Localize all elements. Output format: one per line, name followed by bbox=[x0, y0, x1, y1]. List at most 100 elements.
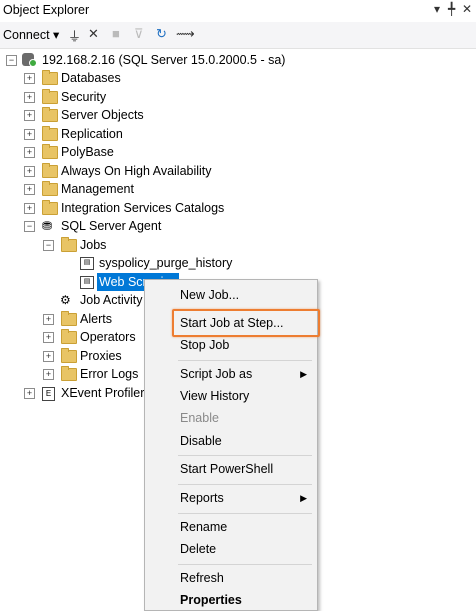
expand-icon[interactable]: + bbox=[24, 165, 35, 177]
menu-item-delete[interactable]: Delete bbox=[145, 538, 317, 560]
expand-icon[interactable]: + bbox=[24, 147, 35, 158]
menu-item-stop-job[interactable]: Stop Job bbox=[145, 334, 317, 356]
stop-icon[interactable]: ■ bbox=[112, 26, 120, 41]
activity-monitor-icon[interactable]: ⟿ bbox=[176, 26, 195, 42]
menu-item-start-powershell[interactable]: Start PowerShell bbox=[145, 458, 317, 480]
expand-icon[interactable]: + bbox=[43, 350, 54, 362]
tree-label[interactable]: XEvent Profiler bbox=[61, 384, 144, 402]
refresh-icon[interactable]: ↻ bbox=[156, 26, 167, 42]
tree-label[interactable]: Job Activity bbox=[80, 291, 143, 309]
expand-icon[interactable]: + bbox=[24, 91, 35, 103]
job-activity-icon: ⚙ bbox=[60, 293, 71, 307]
tree-label[interactable]: Error Logs bbox=[80, 365, 138, 383]
folder-icon bbox=[42, 181, 58, 196]
folder-icon bbox=[42, 199, 58, 215]
tree-row-sql-server-agent[interactable]: − ⛃ SQL Server Agent bbox=[0, 217, 300, 235]
menu-label: Reports bbox=[180, 491, 224, 505]
dropdown-icon[interactable]: ▾ bbox=[434, 2, 440, 16]
expand-icon[interactable]: + bbox=[43, 332, 54, 343]
folder-icon bbox=[61, 366, 77, 381]
menu-item-enable: Enable bbox=[145, 407, 317, 429]
expand-icon[interactable]: + bbox=[24, 128, 35, 140]
menu-item-reports[interactable]: Reports ▶ bbox=[145, 487, 317, 509]
menu-item-properties[interactable]: Properties bbox=[145, 589, 317, 611]
menu-label: Enable bbox=[180, 411, 219, 425]
tree-label[interactable]: SQL Server Agent bbox=[61, 217, 161, 235]
menu-label: Rename bbox=[180, 520, 228, 534]
expand-icon[interactable]: + bbox=[24, 202, 35, 214]
tree-label[interactable]: Management bbox=[61, 180, 134, 198]
folder-icon bbox=[61, 329, 77, 344]
menu-item-view-history[interactable]: View History bbox=[145, 385, 317, 407]
submenu-arrow-icon: ▶ bbox=[300, 493, 307, 503]
tree-label[interactable]: Always On High Availability bbox=[61, 162, 212, 180]
menu-separator bbox=[178, 484, 312, 485]
folder-icon bbox=[42, 70, 58, 85]
tree-label[interactable]: Databases bbox=[61, 69, 121, 87]
menu-item-script-job-as[interactable]: Script Job as ▶ bbox=[145, 363, 317, 385]
expand-icon[interactable]: + bbox=[43, 369, 54, 380]
folder-icon bbox=[61, 236, 77, 252]
submenu-arrow-icon: ▶ bbox=[300, 369, 307, 379]
menu-label: Start PowerShell bbox=[180, 462, 274, 476]
menu-label: Disable bbox=[180, 434, 222, 448]
folder-icon bbox=[42, 107, 58, 122]
object-explorer-titlebar: Object Explorer ▾ ╇ ✕ bbox=[0, 0, 476, 23]
tree-row-always-on[interactable]: + Always On High Availability bbox=[0, 162, 300, 180]
expand-icon[interactable]: + bbox=[24, 387, 35, 399]
server-label[interactable]: 192.168.2.16 (SQL Server 15.0.2000.5 - s… bbox=[42, 51, 285, 69]
collapse-icon[interactable]: − bbox=[6, 55, 17, 66]
menu-separator bbox=[178, 360, 312, 361]
menu-label: Properties bbox=[180, 593, 242, 607]
folder-icon bbox=[61, 310, 77, 326]
tree-label[interactable]: Integration Services Catalogs bbox=[61, 199, 224, 217]
agent-icon: ⛃ bbox=[42, 219, 53, 233]
expand-icon[interactable]: + bbox=[24, 110, 35, 121]
tree-row-replication[interactable]: + Replication bbox=[0, 125, 300, 143]
menu-label: Refresh bbox=[180, 571, 224, 585]
tree-row-databases[interactable]: + Databases bbox=[0, 69, 300, 87]
tree-label[interactable]: Proxies bbox=[80, 347, 122, 365]
tree-label[interactable]: Security bbox=[61, 88, 106, 106]
close-icon[interactable]: ✕ bbox=[462, 2, 472, 16]
menu-separator bbox=[178, 455, 312, 456]
collapse-icon[interactable]: − bbox=[43, 239, 54, 251]
expand-icon[interactable]: + bbox=[24, 184, 35, 195]
tree-row-polybase[interactable]: + PolyBase bbox=[0, 143, 300, 161]
tree-label[interactable]: syspolicy_purge_history bbox=[99, 254, 232, 272]
menu-label: View History bbox=[180, 389, 250, 403]
menu-label: Script Job as bbox=[180, 367, 253, 381]
connect-button[interactable]: Connect ▾ bbox=[3, 27, 59, 42]
tree-row-server[interactable]: − 192.168.2.16 (SQL Server 15.0.2000.5 -… bbox=[0, 51, 476, 69]
tree-row-integration-services[interactable]: + Integration Services Catalogs bbox=[0, 199, 300, 217]
folder-icon bbox=[42, 88, 58, 104]
tree-label[interactable]: Replication bbox=[61, 125, 123, 143]
folder-icon bbox=[42, 144, 58, 159]
tree-label[interactable]: Server Objects bbox=[61, 106, 144, 124]
tree-row-job-syspolicy[interactable]: ▤ syspolicy_purge_history bbox=[0, 254, 300, 272]
tree-label[interactable]: Alerts bbox=[80, 310, 112, 328]
start-job-highlight-box bbox=[172, 309, 320, 337]
menu-item-rename[interactable]: Rename bbox=[145, 516, 317, 538]
folder-icon bbox=[61, 347, 77, 363]
tree-row-management[interactable]: + Management bbox=[0, 180, 300, 198]
connect-plug-icon[interactable]: ⏚ bbox=[68, 26, 81, 45]
tree-label[interactable]: PolyBase bbox=[61, 143, 114, 161]
filter-icon[interactable]: ⊽ bbox=[134, 26, 144, 42]
menu-item-disable[interactable]: Disable bbox=[145, 430, 317, 452]
tree-label[interactable]: Jobs bbox=[80, 236, 106, 254]
collapse-icon[interactable]: − bbox=[24, 221, 35, 232]
tree-label[interactable]: Operators bbox=[80, 328, 136, 346]
menu-item-new-job[interactable]: New Job... bbox=[145, 284, 317, 306]
tree-row-jobs[interactable]: − Jobs bbox=[0, 236, 300, 254]
expand-icon[interactable]: + bbox=[24, 73, 35, 84]
pin-icon[interactable]: ╇ bbox=[448, 2, 455, 16]
menu-item-refresh[interactable]: Refresh bbox=[145, 567, 317, 589]
disconnect-icon[interactable]: ✕ bbox=[88, 26, 99, 42]
server-icon bbox=[22, 53, 37, 67]
tree-row-server-objects[interactable]: + Server Objects bbox=[0, 106, 300, 124]
folder-icon bbox=[42, 162, 58, 178]
expand-icon[interactable]: + bbox=[43, 313, 54, 325]
tree-row-security[interactable]: + Security bbox=[0, 88, 300, 106]
menu-separator bbox=[178, 513, 312, 514]
